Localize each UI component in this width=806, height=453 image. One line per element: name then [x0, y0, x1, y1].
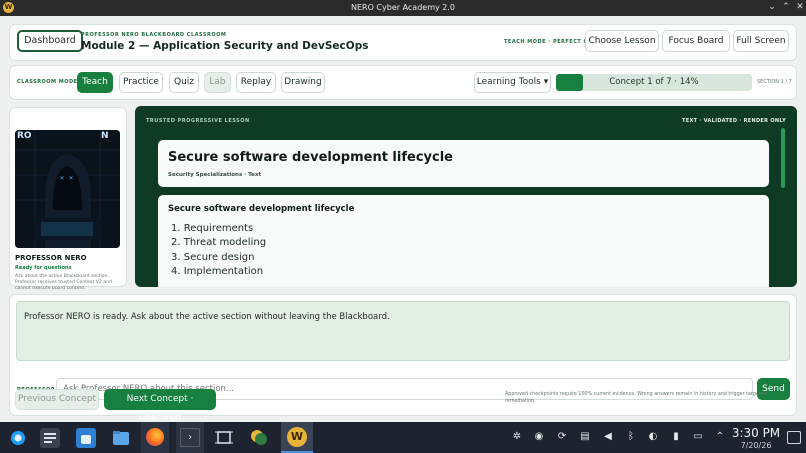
list-item: 1. Requirements	[171, 223, 254, 234]
discover-store-icon[interactable]	[76, 428, 96, 448]
window-title: NERO Cyber Academy 2.0	[350, 3, 455, 12]
updates-icon[interactable]: ⟳	[556, 431, 568, 443]
battery-icon[interactable]: ▮	[670, 431, 682, 443]
avatar: × × RO N	[15, 130, 120, 248]
lesson-title: Secure software development lifecycle	[168, 150, 453, 165]
choose-lesson-button[interactable]: Choose Lesson	[585, 30, 659, 52]
learning-tools-dropdown[interactable]: Learning Tools ▾	[474, 72, 551, 93]
hooded-hacker-image: × ×	[15, 130, 120, 248]
clock-time[interactable]: 3:30 PM	[730, 426, 782, 440]
lesson-subtitle: Security Specializations · Text	[168, 172, 262, 178]
dashboard-button[interactable]: Dashboard	[17, 30, 83, 52]
steam-deck-menu-icon[interactable]	[9, 429, 27, 447]
title-bar: W NERO Cyber Academy 2.0 ⌄ ⌃ ✕	[0, 0, 806, 16]
header-card: Dashboard PROFESSOR NERO BLACKBOARD CLAS…	[9, 24, 797, 61]
lesson-body-card: Secure software development lifecycle 1.…	[158, 195, 769, 287]
progress-text: Concept 1 of 7 · 14%	[609, 77, 699, 87]
clipboard-icon[interactable]: ▤	[579, 431, 591, 443]
task-manager-icon[interactable]	[40, 428, 60, 448]
list-item: 3. Secure design	[171, 251, 255, 263]
app-main: Dashboard PROFESSOR NERO BLACKBOARD CLAS…	[0, 16, 806, 423]
lesson-flags: TEXT · VALIDATED · RENDER ONLY	[682, 118, 786, 124]
bluetooth-icon[interactable]: ᛒ	[625, 431, 637, 443]
screenshot-tool-icon[interactable]	[214, 428, 234, 447]
vpn-icon[interactable]: ◐	[647, 431, 659, 443]
terminal-taskbar-item[interactable]: ›	[176, 422, 204, 453]
lesson-steps-list: 1. Requirements 2. Threat modeling 3. Se…	[171, 222, 266, 279]
svg-text:×: ×	[60, 174, 64, 182]
firefox-taskbar-item[interactable]	[141, 422, 169, 453]
steam-icon[interactable]: ◉	[533, 431, 545, 443]
professor-name: PROFESSOR NERO	[15, 254, 87, 262]
file-manager-icon[interactable]	[111, 428, 131, 448]
lesson-board: TRUSTED PROGRESSIVE LESSON TEXT · VALIDA…	[135, 106, 797, 287]
nero-academy-icon: W	[287, 427, 307, 447]
mode-tab-practice[interactable]: Practice	[119, 72, 163, 93]
mode-bar-card: CLASSROOM MODE Teach Practice Quiz Lab R…	[9, 65, 797, 100]
next-concept-button[interactable]: Next Concept · Unscored	[104, 389, 216, 423]
python-app-icon[interactable]	[249, 428, 269, 447]
nero-academy-taskbar-item[interactable]: W	[281, 422, 313, 453]
lesson-scrollbar[interactable]	[781, 128, 785, 188]
display-icon[interactable]: ▭	[692, 431, 704, 443]
svg-text:×: ×	[69, 174, 73, 182]
system-tray-icon[interactable]: ✲	[511, 431, 523, 443]
mode-tab-drawing[interactable]: Drawing	[281, 72, 325, 93]
professor-description: Ask about the active Blackboard section.…	[15, 274, 112, 291]
mode-tab-replay[interactable]: Replay	[236, 72, 276, 93]
classroom-label: PROFESSOR NERO BLACKBOARD CLASSROOM	[81, 32, 227, 38]
volume-icon[interactable]: ◀	[602, 431, 614, 443]
checkpoint-note: Approved checkpoints require 100% curren…	[505, 392, 767, 404]
avatar-badge-right: N	[101, 131, 109, 141]
clock-date[interactable]: 7/20/26	[730, 441, 782, 450]
terminal-icon: ›	[180, 428, 200, 447]
lesson-body-heading: Secure software development lifecycle	[168, 204, 355, 214]
chat-message: Professor NERO is ready. Ask about the a…	[24, 312, 390, 322]
show-hidden-icons-chevron-up-icon[interactable]: ⌃	[714, 431, 726, 443]
concept-progress-bar: Concept 1 of 7 · 14%	[556, 74, 752, 91]
module-title: Module 2 — Application Security and DevS…	[81, 40, 369, 52]
classroom-mode-label: CLASSROOM MODE	[17, 79, 78, 85]
avatar-badge-left: RO	[17, 131, 32, 141]
mode-tab-teach[interactable]: Teach	[77, 72, 113, 93]
firefox-icon	[146, 428, 164, 446]
full-screen-button[interactable]: Full Screen	[733, 30, 789, 52]
mode-tab-quiz[interactable]: Quiz	[169, 72, 199, 93]
list-item: 4. Implementation	[171, 265, 264, 277]
mode-tab-lab[interactable]: Lab	[204, 72, 231, 93]
taskbar: › W ✲ ◉ ⟳ ▤ ◀ ᛒ ◐ ▮ ▭ ⌃ 3:30 PM 7/20/26	[0, 422, 806, 453]
focus-board-button[interactable]: Focus Board	[662, 30, 730, 52]
chat-message-box: Professor NERO is ready. Ask about the a…	[16, 301, 790, 361]
list-item: 2. Threat modeling	[171, 237, 267, 249]
minimize-icon[interactable]: ⌄	[766, 1, 778, 14]
previous-concept-button[interactable]: Previous Concept	[15, 389, 99, 410]
maximize-icon[interactable]: ⌃	[780, 1, 792, 14]
professor-status: Ready for questions	[15, 265, 72, 271]
close-icon[interactable]: ✕	[794, 1, 806, 14]
show-desktop-icon[interactable]	[787, 431, 801, 444]
lesson-label: TRUSTED PROGRESSIVE LESSON	[146, 118, 250, 124]
section-indicator: SECTION 1 / 7	[757, 79, 792, 85]
lesson-title-card: Secure software development lifecycle Se…	[158, 140, 769, 187]
